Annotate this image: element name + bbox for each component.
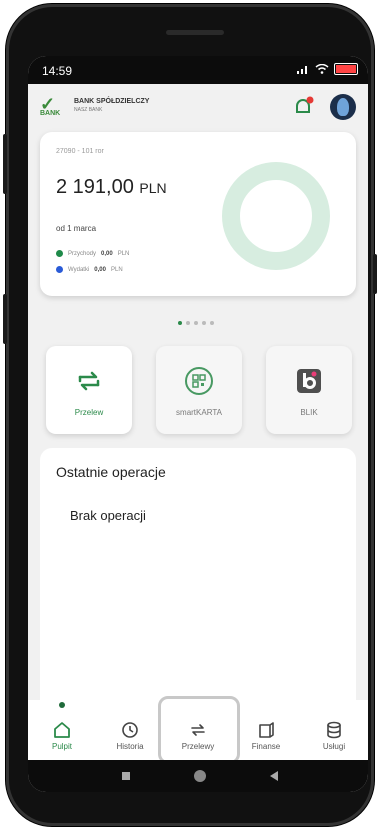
back-button[interactable] xyxy=(270,771,278,781)
nav-item-historia[interactable]: Historia xyxy=(96,700,164,760)
finance-icon xyxy=(259,722,274,738)
card-pager xyxy=(178,321,214,325)
nav-label: Usługi xyxy=(322,742,346,751)
expense-row: Wydatki 0,00 PLN xyxy=(56,266,123,273)
speaker xyxy=(166,30,224,35)
pager-dot[interactable] xyxy=(202,321,206,325)
battery-icon xyxy=(334,63,358,75)
blik-icon xyxy=(297,369,321,393)
logo-bank: BANK xyxy=(40,110,61,117)
expense-value: 0,00 xyxy=(94,266,106,273)
nav-label: Pulpit xyxy=(51,742,72,751)
tile-label: BLIK xyxy=(300,408,318,417)
nav-label: Finanse xyxy=(251,742,281,751)
expense-unit: PLN xyxy=(110,266,123,273)
income-row: Przychody 0,00 PLN xyxy=(56,250,129,257)
pager-dot[interactable] xyxy=(178,321,182,325)
signal-icon xyxy=(297,66,307,74)
balance-card[interactable]: 27090 - 101 ror 2 191,00 PLN od 1 marca … xyxy=(40,132,356,296)
expense-dot xyxy=(56,266,63,273)
nav-item-pulpit[interactable]: Pulpit xyxy=(28,700,96,760)
tile-blik[interactable]: BLIK xyxy=(266,346,352,434)
power-button xyxy=(3,134,7,194)
nav-item-finanse[interactable]: Finanse xyxy=(232,700,300,760)
tile-transfer[interactable]: Przelew xyxy=(46,346,132,434)
app-header: ✓ BANK BANK SPÓŁDZIELCZY NASZ BANK xyxy=(28,84,368,132)
recents-button[interactable] xyxy=(122,772,130,780)
bell-icon[interactable] xyxy=(292,96,314,118)
qr-icon xyxy=(185,367,213,395)
income-unit: PLN xyxy=(117,250,130,257)
bank-name: BANK SPÓŁDZIELCZY xyxy=(74,98,150,105)
recent-operations-title: Ostatnie operacje xyxy=(56,464,166,480)
status-time: 14:59 xyxy=(42,64,73,78)
balance-donut-chart xyxy=(222,162,330,270)
bank-subname: NASZ BANK xyxy=(74,107,103,113)
status-icons xyxy=(296,63,358,75)
screen: 14:59 ✓ BANK BANK SPÓŁDZIELCZY NASZ BANK xyxy=(28,56,368,792)
pager-dot[interactable] xyxy=(186,321,190,325)
amount-value: 2 191,00 xyxy=(56,176,134,198)
home-button[interactable] xyxy=(194,770,206,782)
avatar[interactable] xyxy=(330,94,356,120)
recent-operations-card: Ostatnie operacje Brak operacji xyxy=(40,448,356,728)
income-label: Przychody xyxy=(68,250,97,257)
tile-label: Przelew xyxy=(74,408,104,417)
side-button xyxy=(373,254,377,294)
active-indicator xyxy=(59,702,65,708)
wifi-icon xyxy=(315,64,329,74)
nav-item-uslugi[interactable]: Usługi xyxy=(300,700,368,760)
home-icon xyxy=(54,722,70,738)
history-icon xyxy=(122,722,138,738)
income-value: 0,00 xyxy=(101,250,113,257)
no-operations-text: Brak operacji xyxy=(70,508,146,523)
income-dot xyxy=(56,250,63,257)
status-bar: 14:59 xyxy=(28,56,368,84)
pager-dot[interactable] xyxy=(194,321,198,325)
przelewy-highlight-frame xyxy=(158,696,240,764)
system-nav-bar xyxy=(28,760,368,792)
pager-dot[interactable] xyxy=(210,321,214,325)
volume-button xyxy=(3,294,7,344)
expense-label: Wydatki xyxy=(68,266,90,273)
tile-label: smartKARTA xyxy=(176,408,222,417)
balance-amount: 2 191,00 PLN xyxy=(56,176,167,199)
services-icon xyxy=(327,721,341,739)
account-number: 27090 - 101 ror xyxy=(56,148,104,155)
amount-currency: PLN xyxy=(139,180,167,196)
phone-frame: 14:59 ✓ BANK BANK SPÓŁDZIELCZY NASZ BANK xyxy=(3,4,377,826)
nav-label: Historia xyxy=(116,742,144,751)
bank-logo: ✓ BANK BANK SPÓŁDZIELCZY NASZ BANK xyxy=(40,92,190,124)
period-label: od 1 marca xyxy=(56,224,97,233)
transfer-icon xyxy=(78,371,100,391)
tile-smartkarta[interactable]: smartKARTA xyxy=(156,346,242,434)
